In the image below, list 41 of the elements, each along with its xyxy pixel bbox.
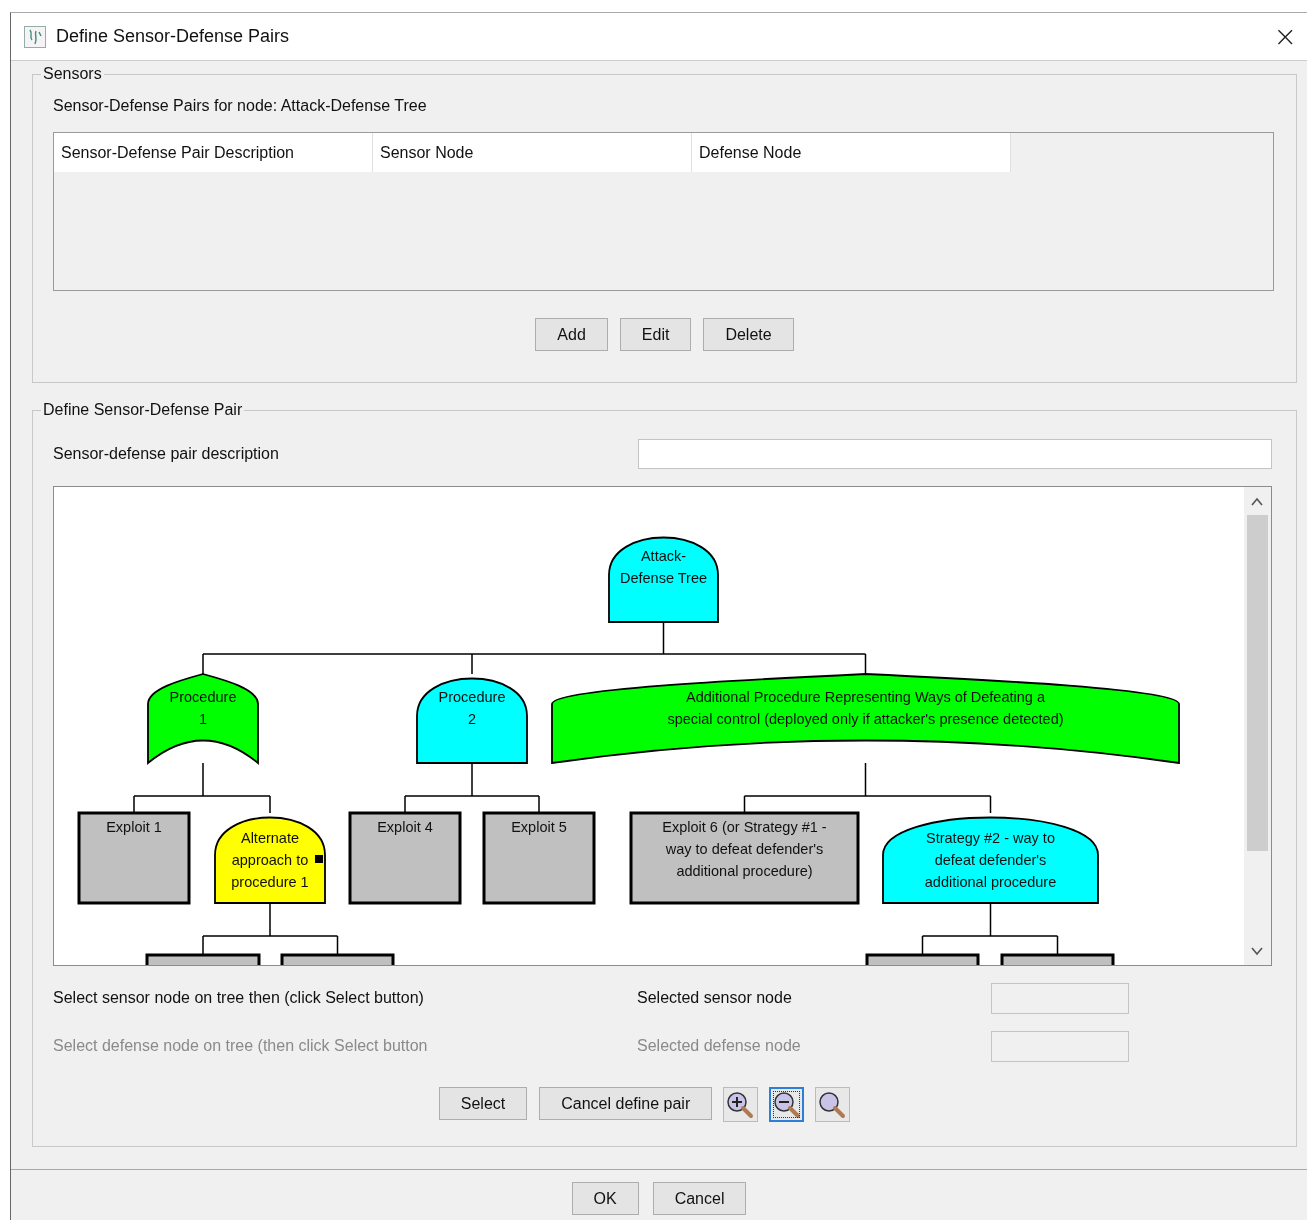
tree-node[interactable] bbox=[865, 953, 980, 965]
dialog-button[interactable]: OK bbox=[571, 1182, 639, 1215]
table-caption: Sensor-Defense Pairs for node: Attack-Defense Tree bbox=[53, 97, 428, 115]
tree-node[interactable]: Strategy #2 - way to defeat defender's additional procedure bbox=[882, 816, 1099, 904]
close-button[interactable]: × bbox=[1263, 20, 1307, 53]
action-button[interactable]: Edit bbox=[619, 318, 692, 351]
action-button[interactable]: Select bbox=[438, 1087, 528, 1120]
tree-node[interactable] bbox=[145, 953, 261, 965]
field-label: Selected sensor node bbox=[637, 989, 793, 1007]
tree-node[interactable] bbox=[1000, 953, 1115, 965]
group-title: Define Sensor-Defense Pair bbox=[42, 401, 244, 419]
tree-node[interactable]: Exploit 4 bbox=[348, 811, 462, 905]
description-field[interactable] bbox=[638, 439, 1272, 469]
tree-node[interactable]: Exploit 5 bbox=[482, 811, 596, 905]
tree-node[interactable]: Exploit 6 (or Strategy #1 - way to defeat defender's additional procedure) bbox=[629, 811, 860, 905]
tree-node[interactable]: Exploit 1 bbox=[77, 811, 191, 905]
group-title: Sensors bbox=[42, 65, 103, 83]
instruction-text: Select defense node on tree (then click Select button bbox=[53, 1037, 429, 1055]
zoom-reset-button[interactable] bbox=[815, 1087, 851, 1122]
dialog-button[interactable]: Cancel bbox=[652, 1182, 747, 1215]
tree-node[interactable]: Alternate approach to procedure 1 bbox=[214, 816, 326, 904]
field-label: Sensor-defense pair description bbox=[53, 445, 280, 463]
zoom-in-button[interactable] bbox=[723, 1087, 759, 1122]
selected-node-field[interactable] bbox=[991, 982, 1129, 1014]
scrollbar[interactable] bbox=[1244, 487, 1271, 965]
instruction-text: Select sensor node on tree then (click Select button) bbox=[53, 989, 425, 1007]
window-title: Define Sensor-Defense Pairs bbox=[56, 26, 291, 47]
column-header[interactable]: Sensor Node bbox=[373, 133, 692, 172]
tree-node[interactable]: Additional Procedure Representing Ways of Defeating a special control (deployed only if attacker's presence detected) bbox=[551, 673, 1180, 764]
tree-node[interactable]: Procedure 2 bbox=[416, 677, 528, 764]
zoom-out-button[interactable] bbox=[769, 1087, 805, 1122]
app-icon bbox=[24, 25, 46, 48]
column-header[interactable]: Defense Node bbox=[692, 133, 1011, 172]
tree-node[interactable]: Attack- Defense Tree bbox=[608, 536, 719, 623]
column-header[interactable]: Sensor-Defense Pair Description bbox=[54, 133, 373, 172]
tree-node[interactable]: Procedure 1 bbox=[147, 673, 259, 764]
action-button[interactable]: Cancel define pair bbox=[539, 1087, 713, 1120]
field-label: Selected defense node bbox=[637, 1037, 802, 1055]
tree-node[interactable] bbox=[280, 953, 395, 965]
action-button[interactable]: Delete bbox=[703, 318, 794, 351]
action-button[interactable]: Add bbox=[535, 318, 608, 351]
